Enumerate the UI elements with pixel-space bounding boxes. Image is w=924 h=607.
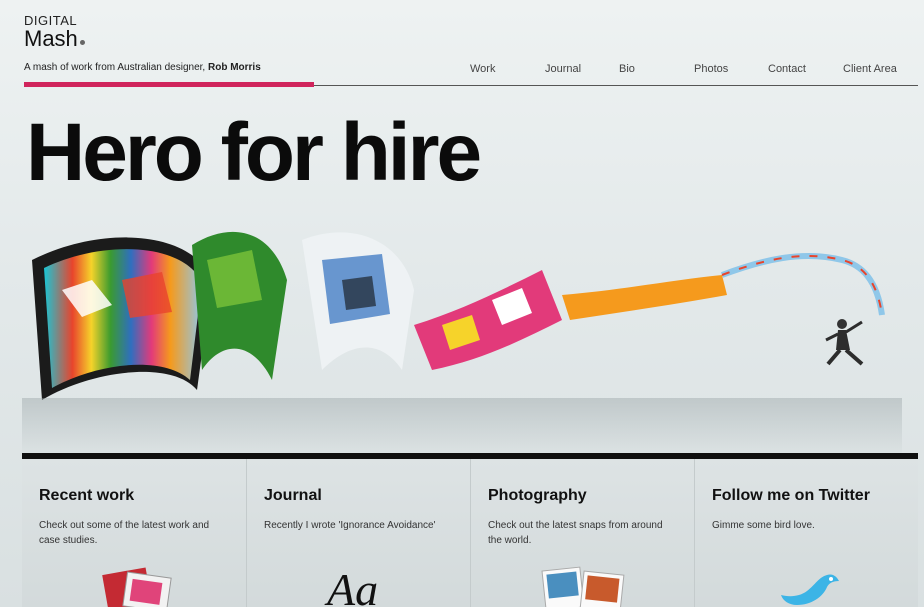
section-twitter[interactable]: Follow me on Twitter Gimme some bird lov… [694,459,918,607]
twitter-bird-icon[interactable] [775,567,845,607]
main-nav: Work Journal Bio Photos Contact Client A… [8,63,918,77]
section-journal[interactable]: Journal Recently I wrote 'Ignorance Avoi… [246,459,470,607]
nav-contact[interactable]: Contact [768,63,806,75]
section-title[interactable]: Journal [264,487,322,505]
section-text: Gimme some bird love. [712,520,815,531]
logo-dot-icon [79,40,85,45]
section-text: Recently I wrote 'Ignorance Avoidance' [264,520,436,531]
section-title[interactable]: Photography [488,487,587,505]
svg-text:Aa: Aa [324,564,378,607]
nav-client-area[interactable]: Client Area [843,63,897,75]
page: DIGITAL Mash A mash of work from Austral… [8,0,918,607]
features-panel: Recent work Check out some of the latest… [22,459,918,607]
nav-work[interactable]: Work [470,63,495,75]
section-recent-work[interactable]: Recent work Check out some of the latest… [22,459,246,607]
section-text: Check out some of the latest work and ca… [39,520,210,546]
nav-bio[interactable]: Bio [619,63,635,75]
nav-photos[interactable]: Photos [694,63,728,75]
accent-bar [24,82,314,87]
polaroid-photos-icon[interactable] [536,565,636,607]
hero-ribbon-illustration [22,231,902,458]
script-aa-icon[interactable]: Aa [317,563,417,607]
logo-line2: Mash [24,26,78,51]
section-text: Check out the latest snaps from around t… [488,520,663,546]
section-title[interactable]: Recent work [39,487,134,505]
header-divider [314,85,918,86]
site-logo[interactable]: DIGITAL Mash [24,14,85,50]
stacked-photos-icon[interactable] [97,565,187,607]
section-photography[interactable]: Photography Check out the latest snaps f… [470,459,694,607]
section-title[interactable]: Follow me on Twitter [712,487,870,505]
nav-journal[interactable]: Journal [545,63,581,75]
running-man-figure [825,319,864,366]
hero-title: Hero for hire [26,107,482,198]
